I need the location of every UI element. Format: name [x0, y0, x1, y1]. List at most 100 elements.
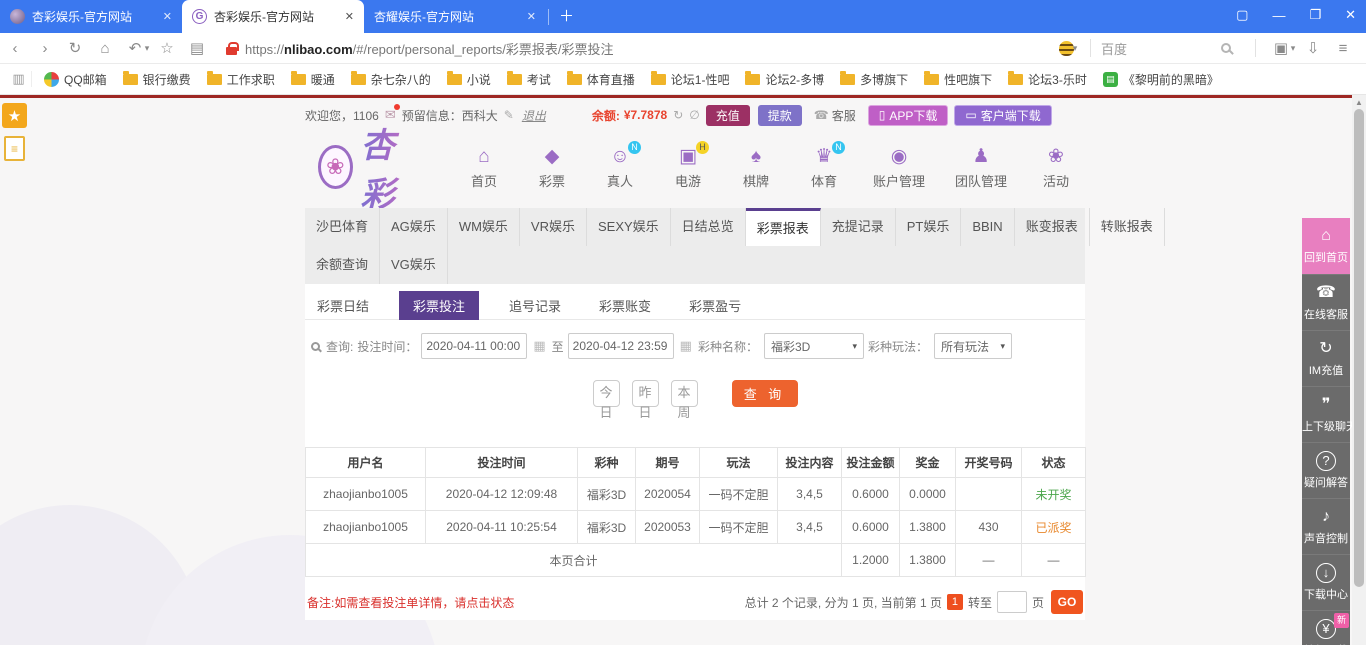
- undo-caret-icon[interactable]: ▾: [142, 43, 152, 54]
- notes-icon[interactable]: ▤: [182, 39, 212, 57]
- favorite-star-icon[interactable]: ☆: [152, 39, 182, 57]
- tab-account-change[interactable]: 账变报表: [1015, 208, 1090, 246]
- tab-balance-query[interactable]: 余额查询: [305, 246, 380, 284]
- withdraw-button[interactable]: 提款: [758, 105, 802, 126]
- query-submit-button[interactable]: 查 询: [732, 380, 798, 407]
- current-page-badge[interactable]: 1: [947, 594, 963, 610]
- side-back-to-home[interactable]: ⌂ 回到首页: [1302, 218, 1350, 274]
- nav-item-home[interactable]: ⌂首页: [455, 145, 513, 190]
- tab-daily-summary[interactable]: 日结总览: [671, 208, 746, 246]
- subtab-lottery-account-change[interactable]: 彩票账变: [591, 291, 659, 320]
- tab-close-icon[interactable]: ✕: [163, 10, 172, 23]
- subtab-lottery-daily[interactable]: 彩票日结: [309, 291, 377, 320]
- recharge-button[interactable]: 充值: [706, 105, 750, 126]
- subtab-lottery-profit[interactable]: 彩票盈亏: [681, 291, 749, 320]
- bookmark-folder[interactable]: 论坛2-多博: [737, 71, 832, 88]
- date-from-input[interactable]: [421, 333, 527, 359]
- home-icon[interactable]: ⌂: [90, 40, 120, 57]
- nav-item-egame[interactable]: ▣电游H: [659, 145, 717, 190]
- today-button[interactable]: 今日: [593, 380, 620, 407]
- bookmark-folder[interactable]: 工作求职: [199, 71, 283, 88]
- tab-lottery-report-active[interactable]: 彩票报表: [746, 208, 821, 246]
- calendar-icon[interactable]: ▦: [680, 338, 692, 354]
- side-sound-control[interactable]: ♪ 声音控制: [1302, 498, 1350, 554]
- menu-icon[interactable]: ≡: [1328, 40, 1358, 57]
- address-bar[interactable]: https://nlibao.com/#/report/personal_rep…: [245, 39, 1059, 58]
- download-icon[interactable]: ⇩: [1298, 39, 1328, 57]
- nav-item-chess[interactable]: ♠棋牌: [727, 145, 785, 190]
- search-icon[interactable]: [1221, 43, 1231, 53]
- tab-pt[interactable]: PT娱乐: [896, 208, 962, 246]
- client-download-button[interactable]: ▭客户端下载: [954, 105, 1051, 126]
- hide-balance-icon[interactable]: ∅: [689, 108, 699, 122]
- browser-tab-1[interactable]: 杏彩娱乐-官方网站 ✕: [0, 0, 182, 33]
- this-week-button[interactable]: 本周: [671, 380, 698, 407]
- date-to-input[interactable]: [568, 333, 674, 359]
- bookmark-folder[interactable]: 银行缴费: [115, 71, 199, 88]
- nav-item-sports[interactable]: ♛体育N: [795, 145, 853, 190]
- cell-status-link[interactable]: 未开奖: [1022, 478, 1086, 511]
- app-download-button[interactable]: ▯APP下载: [868, 105, 949, 126]
- window-close-icon[interactable]: ✕: [1345, 7, 1356, 23]
- edit-icon[interactable]: ✎: [504, 108, 514, 122]
- multi-window-caret-icon[interactable]: ▾: [1288, 43, 1298, 54]
- browser-tab-2-active[interactable]: G 杏彩娱乐-官方网站 ✕: [182, 0, 364, 33]
- tab-deposit-withdraw[interactable]: 充提记录: [821, 208, 896, 246]
- bookmark-folder[interactable]: 论坛1-性吧: [643, 71, 738, 88]
- tab-wm[interactable]: WM娱乐: [448, 208, 520, 246]
- window-layout-icon[interactable]: ▢: [1236, 7, 1248, 23]
- browser-tab-3[interactable]: 杏耀娱乐-官方网站 ✕: [364, 0, 546, 33]
- window-minimize-icon[interactable]: —: [1272, 8, 1285, 23]
- sidebar-toggle-icon[interactable]: ▥: [6, 71, 32, 87]
- bookmark-folder[interactable]: 考试: [499, 71, 559, 88]
- cell-status-link[interactable]: 已派奖: [1022, 511, 1086, 544]
- back-icon[interactable]: ‹: [0, 40, 30, 57]
- bookmark-qq-mail[interactable]: QQ邮箱: [36, 71, 115, 88]
- brand-logo-icon[interactable]: ❀: [318, 145, 353, 189]
- subtab-chase-records[interactable]: 追号记录: [501, 291, 569, 320]
- yesterday-button[interactable]: 昨日: [632, 380, 659, 407]
- bookmark-folder[interactable]: 性吧旗下: [916, 71, 1000, 88]
- calendar-icon[interactable]: ▦: [533, 338, 545, 354]
- bookmark-folder[interactable]: 小说: [439, 71, 499, 88]
- extension-caret-icon[interactable]: ▾: [1070, 43, 1080, 54]
- page-jump-input[interactable]: [997, 591, 1027, 613]
- refresh-balance-icon[interactable]: ↻: [673, 108, 683, 122]
- tab-transfer-report[interactable]: 转账报表: [1090, 208, 1165, 246]
- scrollbar-thumb[interactable]: [1354, 109, 1364, 587]
- side-im-recharge[interactable]: ↻ IM充值: [1302, 330, 1350, 386]
- nav-item-account[interactable]: ◉账户管理: [863, 145, 935, 190]
- side-hangup-download[interactable]: ¥ 挂机下载 新: [1302, 610, 1350, 645]
- nav-item-lottery[interactable]: ◆彩票: [523, 145, 581, 190]
- side-chat[interactable]: ❞ 上下级聊天: [1302, 386, 1350, 442]
- bookmark-folder[interactable]: 体育直播: [559, 71, 643, 88]
- tab-sexy[interactable]: SEXY娱乐: [587, 208, 671, 246]
- nav-item-team[interactable]: ♟团队管理: [945, 145, 1017, 190]
- search-box[interactable]: 百度: [1101, 39, 1221, 58]
- bookmark-book[interactable]: ▤《黎明前的黑暗》: [1095, 71, 1227, 88]
- refresh-icon[interactable]: ↻: [60, 39, 90, 57]
- brand-name[interactable]: 杏彩: [361, 118, 415, 216]
- tab-vg[interactable]: VG娱乐: [380, 246, 448, 284]
- side-download-center[interactable]: ↓ 下载中心: [1302, 554, 1350, 610]
- logout-link[interactable]: 退出: [522, 107, 546, 124]
- ssl-lock-icon[interactable]: [226, 42, 237, 55]
- subtab-lottery-bets-active[interactable]: 彩票投注: [399, 291, 479, 320]
- lottery-name-select[interactable]: 福彩3D▾: [764, 333, 864, 359]
- tab-close-icon[interactable]: ✕: [527, 10, 536, 23]
- customer-service-link[interactable]: ☎客服: [814, 107, 856, 124]
- browser-favorites-panel-icon[interactable]: ★: [2, 103, 27, 128]
- play-type-select[interactable]: 所有玩法▾: [934, 333, 1012, 359]
- new-tab-button[interactable]: ＋: [559, 5, 574, 26]
- tab-bbin[interactable]: BBIN: [961, 208, 1014, 246]
- bookmark-folder[interactable]: 论坛3-乐时: [1000, 71, 1095, 88]
- tab-shaba-sports[interactable]: 沙巴体育: [305, 208, 380, 246]
- tab-vr[interactable]: VR娱乐: [520, 208, 587, 246]
- side-online-service[interactable]: ☎ 在线客服: [1302, 274, 1350, 330]
- forward-icon[interactable]: ›: [30, 40, 60, 57]
- window-maximize-icon[interactable]: ❐: [1309, 7, 1321, 23]
- scroll-up-arrow[interactable]: ▲: [1355, 98, 1363, 107]
- tab-ag[interactable]: AG娱乐: [380, 208, 448, 246]
- tab-close-icon[interactable]: ✕: [345, 10, 354, 23]
- bookmark-folder[interactable]: 暖通: [283, 71, 343, 88]
